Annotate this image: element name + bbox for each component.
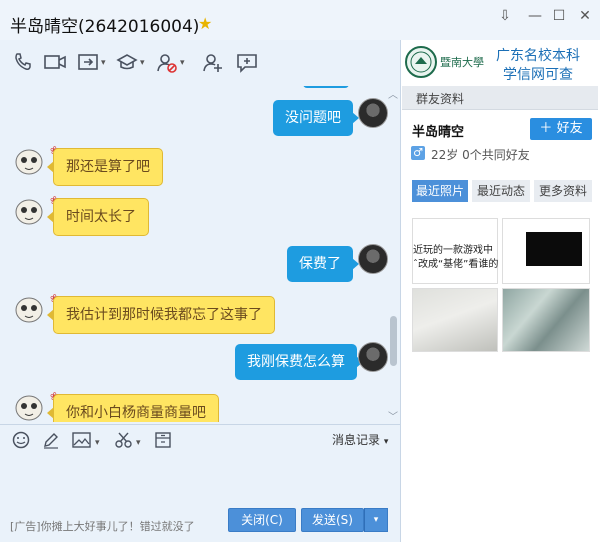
profile-info: 22岁 0个共同好友 [431,148,530,162]
message-bubble-me[interactable]: 我刚保费怎么算 [235,344,363,380]
share-dropdown-icon[interactable]: ▾ [101,58,106,68]
avatar-me[interactable] [358,98,388,128]
message-bubble-me[interactable]: 保费了 [287,246,359,282]
banner-line-2: 学信网可查 [503,67,573,83]
banner-line-1: 广东名校本科 [496,48,580,64]
photo-dark-content [526,232,582,266]
avatar-friend[interactable] [14,295,44,325]
app-dropdown-icon[interactable]: ▾ [140,58,145,68]
profile-name: 半岛晴空 [412,125,465,140]
tab-more-info[interactable]: 更多资料 [534,180,592,202]
photo-thumbnail[interactable] [412,288,498,352]
block-dropdown-icon[interactable]: ▾ [180,58,185,68]
add-friend-button[interactable]: ＋ 好友 [530,118,592,140]
screenshot-scissors-icon[interactable] [114,431,134,454]
avatar-me[interactable] [358,244,388,274]
message-bubble-friend[interactable]: 我估计到那时候我都忘了这事了 [47,296,275,334]
message-bubble-friend[interactable]: 你和小白杨商量商量吧 [47,394,219,422]
pen-icon[interactable] [42,431,60,454]
send-options-button[interactable]: ▾ [364,508,388,532]
add-friend-label: 好友 [556,121,583,136]
university-name: 暨南大學 [440,56,484,69]
avatar-friend[interactable] [14,147,44,177]
message-bubble-friend[interactable]: 那还是算了吧 [47,148,163,186]
history-label: 消息记录 [332,433,381,447]
tab-recent-photos[interactable]: 最近照片 [412,180,468,202]
chat-toolbar: ▾ ▾ ▾ [0,44,400,84]
photo-text-line: 近玩的一款游戏中 [413,245,493,256]
window-title: 半岛晴空(2642016004) [10,17,200,37]
message-history-link[interactable]: 消息记录 ▾ [332,431,388,448]
scroll-down-icon[interactable]: ﹀ [388,408,398,423]
group-info-title: 群友资料 [416,92,465,106]
tab-recent-activity[interactable]: 最近动态 [472,180,530,202]
close-button[interactable]: 关闭(C) [228,508,296,532]
scissors-dropdown-icon[interactable]: ▾ [136,438,141,448]
download-icon[interactable]: ⇩ [496,8,514,24]
university-logo-icon [405,46,437,78]
file-cabinet-icon[interactable] [154,431,172,454]
message-input[interactable] [0,456,400,506]
app-icon[interactable] [116,52,138,74]
chat-area[interactable]: 没问题吧 ❀ 那还是算了吧 ❀ 时间太长了 保费了 ❀ 我估计到那时候我都忘了这… [0,86,400,422]
share-screen-text-icon[interactable] [236,52,258,74]
image-icon[interactable] [72,431,92,454]
close-window-button[interactable]: ✕ [576,8,594,24]
message-bubble-friend[interactable]: 时间太长了 [47,198,149,236]
emoji-icon[interactable] [12,431,30,454]
add-member-icon[interactable] [202,52,224,74]
star-icon[interactable]: ★ [198,14,212,33]
minimize-button[interactable]: — [526,8,544,24]
male-gender-icon: ♂ [411,146,425,160]
block-user-icon[interactable] [156,52,178,74]
photo-thumbnail[interactable] [502,288,590,352]
avatar-friend[interactable] [14,393,44,422]
image-dropdown-icon[interactable]: ▾ [95,438,100,448]
avatar-friend[interactable] [14,197,44,227]
history-dropdown-icon: ▾ [383,437,389,447]
scroll-up-icon[interactable]: ︿ [388,86,398,101]
share-screen-icon[interactable] [78,52,100,74]
avatar-me[interactable] [358,342,388,372]
maximize-button[interactable]: ☐ [550,8,568,24]
photo-text-line: ˆ改成“基佬”看谁的 [413,259,499,270]
partial-message [303,86,349,88]
phone-icon[interactable] [12,52,34,74]
send-button[interactable]: 发送(S) [301,508,364,532]
message-bubble-me[interactable]: 没问题吧 [273,100,359,136]
ad-text[interactable]: [广告]你摊上大好事儿了！错过就没了 [10,518,195,534]
chat-scrollbar[interactable] [390,316,397,366]
plus-icon: ＋ [539,121,553,136]
video-icon[interactable] [44,52,66,74]
